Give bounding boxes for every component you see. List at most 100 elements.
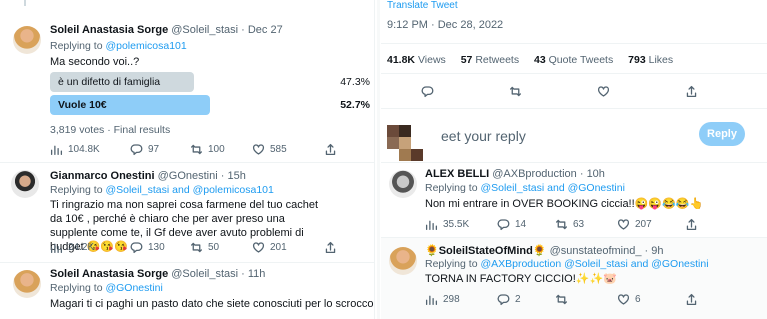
retweets-stat[interactable]: 57 Retweets bbox=[461, 54, 519, 66]
replying-to-link[interactable]: @GOnestini bbox=[105, 282, 162, 294]
views-stat[interactable]: 41.8K Views bbox=[387, 54, 446, 66]
replying-to-link[interactable]: @Soleil_stasi and @polemicosa101 bbox=[105, 184, 273, 196]
author-handle[interactable]: @Soleil_stasi bbox=[171, 268, 238, 280]
quote-tweets-stat[interactable]: 43 Quote Tweets bbox=[534, 54, 613, 66]
share-button[interactable] bbox=[685, 293, 698, 306]
composer-avatar[interactable] bbox=[387, 125, 423, 161]
avatar[interactable] bbox=[389, 247, 417, 275]
reply-submit-button[interactable]: Reply bbox=[699, 122, 745, 146]
heart-icon bbox=[617, 219, 630, 230]
replying-prefix: Replying to bbox=[50, 282, 106, 294]
retweet-button[interactable] bbox=[509, 85, 597, 98]
tweet-header: ALEX BELLI @AXBproduction · 10h bbox=[425, 168, 605, 180]
tweet-actions: 104.8K 97 100 585 bbox=[50, 143, 370, 156]
heart-icon bbox=[252, 242, 265, 253]
author-handle[interactable]: @AXBproduction bbox=[492, 168, 577, 180]
author-handle[interactable]: @Soleil_stasi bbox=[171, 24, 238, 36]
tweet-text: Ma secondo voi..? bbox=[50, 56, 140, 68]
tweet-date[interactable]: · 10h bbox=[580, 168, 605, 180]
reply-button[interactable] bbox=[421, 85, 509, 98]
panel-separator bbox=[377, 0, 380, 319]
replying-to-link[interactable]: @polemicosa101 bbox=[105, 40, 186, 52]
replying-to-link[interactable]: @Soleil_stasi and @GOnestini bbox=[480, 182, 624, 194]
views-button[interactable]: 298 bbox=[425, 293, 497, 306]
reply-icon bbox=[130, 144, 143, 156]
like-button[interactable]: 201 bbox=[252, 241, 324, 254]
share-button[interactable] bbox=[324, 241, 337, 254]
author-handle[interactable]: @sunstateofmind_ bbox=[550, 245, 642, 257]
retweet-icon bbox=[190, 144, 203, 155]
reply-button[interactable]: 14 bbox=[497, 218, 555, 231]
tweet-actions: 298 2 6 bbox=[425, 293, 745, 306]
tweet-actions bbox=[421, 85, 741, 98]
tweet-text: TORNA IN FACTORY CICCIO!✨✨🐷 bbox=[425, 273, 617, 285]
like-button[interactable]: 207 bbox=[617, 218, 685, 231]
like-count: 585 bbox=[270, 144, 287, 155]
replying-prefix: Replying to bbox=[50, 184, 106, 196]
divider bbox=[0, 162, 374, 163]
poll-footer: 3,819 votes · Final results bbox=[50, 124, 171, 136]
tweet-text: Non mi entrare in OVER BOOKING ciccia!!😜… bbox=[425, 198, 704, 210]
reply-icon bbox=[497, 219, 510, 231]
share-button[interactable] bbox=[324, 143, 337, 156]
like-button[interactable]: 6 bbox=[617, 293, 685, 306]
author-name[interactable]: Soleil Anastasia Sorge bbox=[50, 268, 168, 280]
reply-input[interactable]: eet your reply bbox=[441, 128, 526, 144]
replying-to: Replying to @Soleil_stasi and @polemicos… bbox=[50, 184, 274, 196]
views-button[interactable]: 35.5K bbox=[425, 218, 497, 231]
avatar[interactable] bbox=[13, 270, 41, 298]
share-button[interactable] bbox=[685, 218, 698, 231]
reply-button[interactable]: 2 bbox=[497, 293, 555, 306]
replying-to: Replying to @AXBproduction @Soleil_stasi… bbox=[425, 258, 709, 270]
likes-stat[interactable]: 793 Likes bbox=[628, 54, 673, 66]
tweet-date[interactable]: · 11h bbox=[241, 268, 265, 280]
author-handle[interactable]: @GOnestini bbox=[158, 170, 218, 182]
replying-to-link[interactable]: @AXBproduction @Soleil_stasi and @GOnest… bbox=[480, 258, 708, 270]
views-count: 104.8K bbox=[68, 144, 100, 155]
replying-to: Replying to @Soleil_stasi and @GOnestini bbox=[425, 182, 625, 194]
like-button[interactable] bbox=[597, 85, 685, 98]
author-name[interactable]: Soleil Anastasia Sorge bbox=[50, 24, 168, 36]
tweet-header: Soleil Anastasia Sorge @Soleil_stasi · D… bbox=[50, 24, 283, 36]
retweet-button[interactable]: 100 bbox=[190, 143, 252, 156]
share-icon bbox=[686, 85, 697, 98]
thread-line-top bbox=[24, 0, 26, 6]
divider bbox=[381, 162, 767, 163]
avatar[interactable] bbox=[389, 170, 417, 198]
author-name[interactable]: Gianmarco Onestini bbox=[50, 170, 155, 182]
avatar[interactable] bbox=[11, 170, 39, 198]
divider bbox=[381, 73, 767, 74]
retweet-icon bbox=[190, 242, 203, 253]
author-name[interactable]: ALEX BELLI bbox=[425, 168, 489, 180]
replying-to: Replying to @polemicosa101 bbox=[50, 40, 187, 52]
tweet-header: Gianmarco Onestini @GOnestini · 15h bbox=[50, 170, 246, 182]
poll-option-1: è un difetto di famiglia 47.3% bbox=[50, 72, 370, 92]
views-count: 298 bbox=[443, 294, 460, 305]
share-button[interactable] bbox=[685, 85, 698, 98]
retweet-button[interactable]: 50 bbox=[190, 241, 252, 254]
reply-count: 97 bbox=[148, 144, 160, 155]
author-name[interactable]: 🌻SoleilStateOfMind🌻 bbox=[425, 245, 547, 257]
like-count: 207 bbox=[635, 219, 652, 230]
tweet-timestamp[interactable]: 9:12 PM · Dec 28, 2022 bbox=[387, 19, 503, 31]
retweet-button[interactable]: 63 bbox=[555, 218, 617, 231]
share-icon bbox=[686, 293, 697, 306]
retweet-icon bbox=[509, 86, 522, 97]
retweet-button[interactable] bbox=[555, 293, 617, 306]
reply-button[interactable]: 97 bbox=[130, 143, 190, 156]
tweet-actions: 24.2K 130 50 201 bbox=[50, 241, 370, 254]
views-count: 24.2K bbox=[68, 242, 95, 253]
tweet-stats: 41.8K Views 57 Retweets 43 Quote Tweets … bbox=[387, 54, 673, 66]
share-icon bbox=[325, 143, 336, 156]
translate-link[interactable]: Translate Tweet bbox=[387, 0, 458, 11]
tweet-date[interactable]: · Dec 27 bbox=[241, 24, 283, 36]
reply-button[interactable]: 130 bbox=[130, 241, 190, 254]
avatar[interactable] bbox=[13, 26, 41, 54]
tweet-date[interactable]: · 15h bbox=[221, 170, 246, 182]
views-button[interactable]: 24.2K bbox=[50, 241, 130, 254]
like-button[interactable]: 585 bbox=[252, 143, 324, 156]
poll-option-2: Vuole 10€ 52.7% bbox=[50, 95, 370, 115]
tweet-date[interactable]: · 9h bbox=[645, 245, 664, 257]
views-button[interactable]: 104.8K bbox=[50, 143, 130, 156]
replying-prefix: Replying to bbox=[425, 182, 481, 194]
